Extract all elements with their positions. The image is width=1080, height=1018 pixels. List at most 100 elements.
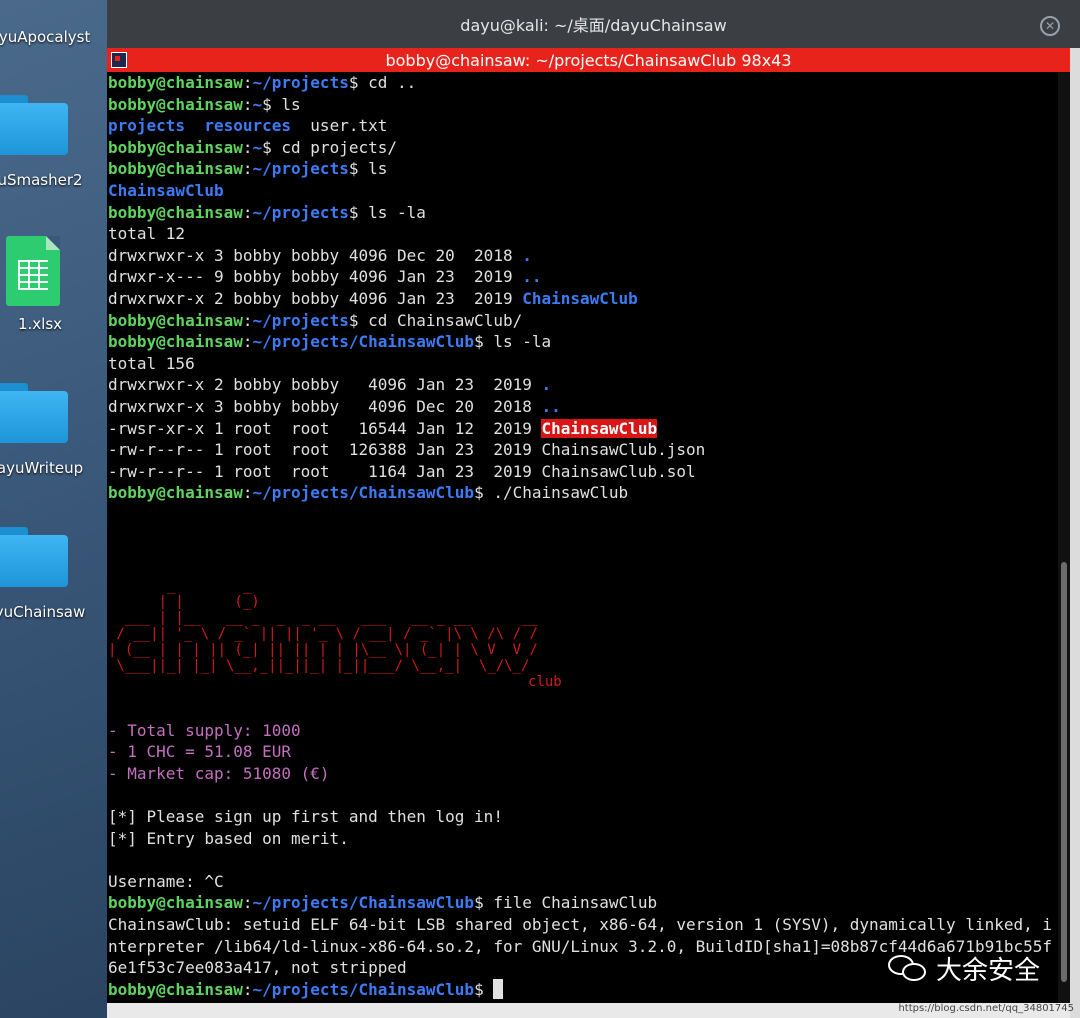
terminal-output-line: total 156: [108, 353, 1058, 375]
terminal-output-line: -rw-r--r-- 1 root root 1164 Jan 23 2019 …: [108, 461, 1058, 483]
prompt-user: bobby@chainsaw: [108, 332, 243, 352]
terminal-output-line: -rw-r--r-- 1 root root 126388 Jan 23 201…: [108, 439, 1058, 461]
prompt-dollar: $: [474, 483, 494, 503]
desktop-icon-label: yuChainsaw: [0, 603, 86, 621]
wechat-watermark: 大余安全: [888, 950, 1040, 987]
prompt-dollar: $: [348, 73, 369, 92]
terminal-window[interactable]: bobby@chainsaw: ~/projects/ChainsawClub …: [107, 48, 1070, 1003]
output-text: .: [522, 245, 532, 265]
output-text: ChainsawClub: [108, 180, 224, 200]
output-text: drwxr-x--- 9 bobby bobby 4096 Jan 23 201…: [108, 267, 523, 287]
output-text: ChainsawClub: [541, 418, 658, 438]
prompt-sep: :: [242, 979, 253, 999]
output-text: total 156: [108, 353, 195, 373]
folder-icon: [0, 383, 68, 443]
terminal-line: bobby@chainsaw:~/projects$ cd ..: [108, 72, 1058, 94]
terminal-title: bobby@chainsaw: ~/projects/ChainsawClub …: [385, 50, 792, 70]
wechat-icon: [888, 953, 928, 985]
output-text: .: [541, 375, 552, 395]
output-text: drwxrwxr-x 2 bobby bobby 4096 Jan 23 201…: [108, 288, 523, 308]
coin-info-line: - 1 CHC = 51.08 EUR: [108, 742, 292, 762]
output-text: ChainsawClub: [522, 288, 638, 308]
output-text: resources: [204, 116, 292, 136]
coin-info-line: - Market cap: 51080 (€): [108, 763, 330, 783]
banner-subtitle: club: [528, 674, 562, 690]
terminal-line: bobby@chainsaw:~/projects$ cd ChainsawCl…: [108, 310, 1058, 332]
coin-info-line: - Total supply: 1000: [108, 720, 301, 740]
outer-window-titlebar[interactable]: dayu@kali: ~/桌面/dayuChainsaw ✕: [107, 0, 1080, 48]
terminal-line: bobby@chainsaw:~/projects$ ls: [108, 158, 1058, 180]
command-text: ./ChainsawClub: [493, 483, 629, 503]
terminal-icon[interactable]: [111, 52, 127, 68]
terminal-output-line: drwxrwxr-x 3 bobby bobby 4096 Dec 20 201…: [108, 396, 1058, 418]
terminal-output-line: -rwsr-xr-x 1 root root 16544 Jan 12 2019…: [108, 418, 1058, 440]
prompt-dollar: $: [474, 332, 494, 352]
output-text: total 12: [108, 224, 186, 244]
prompt-path: ~/projects/ChainsawClub: [252, 483, 475, 503]
background-window-strip: [1070, 48, 1080, 1018]
terminal-output-line: drwxr-x--- 9 bobby bobby 4096 Jan 23 201…: [108, 266, 1058, 288]
prompt-user: bobby@chainsaw: [108, 137, 243, 157]
terminal-output-line: drwxrwxr-x 2 bobby bobby 4096 Jan 23 201…: [108, 288, 1058, 310]
prompt-dollar: $: [474, 893, 494, 913]
command-text: cd projects/: [281, 137, 397, 157]
output-text: ..: [541, 396, 561, 416]
command-text: cd ..: [368, 73, 417, 92]
command-text: cd ChainsawClub/: [368, 310, 523, 330]
desktop-icon-label: uSmasher2: [0, 171, 83, 189]
desktop-icon-label: ayuApocalyst: [0, 28, 91, 46]
command-text: ls: [281, 94, 301, 114]
terminal-scrollbar[interactable]: [1058, 72, 1070, 1003]
desktop-icon-label: 1.xlsx: [17, 315, 63, 333]
terminal-cursor[interactable]: [493, 978, 504, 999]
command-text: ls -la: [493, 332, 552, 352]
command-text: file ChainsawClub: [493, 893, 658, 913]
prompt-dollar: $: [348, 159, 369, 179]
prompt-user: bobby@chainsaw: [108, 310, 243, 330]
prompt-sep: :: [242, 94, 253, 114]
prompt-dollar: $: [348, 310, 369, 330]
prompt-sep: :: [242, 159, 253, 179]
username-prompt: Username: ^C: [108, 871, 224, 891]
prompt-path: ~/projects/ChainsawClub: [252, 979, 475, 999]
output-text: user.txt: [310, 116, 388, 136]
terminal-line: bobby@chainsaw:~$ cd projects/: [108, 137, 1058, 159]
prompt-path: ~/projects: [252, 310, 349, 330]
spreadsheet-icon: [6, 236, 60, 306]
scrollbar-thumb[interactable]: [1061, 562, 1067, 982]
prompt-sep: :: [242, 332, 253, 352]
csdn-watermark: https://blog.csdn.net/qq_34801745: [898, 1003, 1074, 1014]
terminal-output-line: drwxrwxr-x 3 bobby bobby 4096 Dec 20 201…: [108, 245, 1058, 267]
prompt-path: ~/projects/ChainsawClub: [252, 332, 475, 352]
folder-icon: [0, 95, 68, 155]
notice-line: [*] Please sign up first and then log in…: [108, 806, 503, 826]
watermark-text: 大余安全: [936, 956, 1041, 986]
terminal-line: bobby@chainsaw:~/projects/ChainsawClub$ …: [108, 892, 1058, 914]
prompt-sep: :: [242, 483, 253, 503]
terminal-output-line: drwxrwxr-x 2 bobby bobby 4096 Jan 23 201…: [108, 374, 1058, 396]
output-text: ..: [522, 267, 542, 287]
prompt-dollar: $: [262, 94, 282, 114]
output-text: -rw-r--r-- 1 root root 1164 Jan 23 2019 …: [108, 461, 696, 481]
terminal-output: bobby@chainsaw:~/projects$ cd .. bobby@ch…: [108, 72, 1058, 504]
prompt-path: ~/projects: [252, 202, 349, 222]
prompt-sep: :: [242, 310, 253, 330]
prompt-user: bobby@chainsaw: [108, 94, 243, 114]
prompt-user: bobby@chainsaw: [108, 202, 243, 222]
prompt-path: ~/projects/ChainsawClub: [252, 893, 475, 913]
file-output-line: ChainsawClub: setuid ELF 64-bit LSB shar…: [108, 914, 1053, 934]
prompt-sep: :: [242, 893, 253, 913]
output-text: -rw-r--r-- 1 root root 126388 Jan 23 201…: [108, 440, 706, 460]
close-icon[interactable]: ✕: [1040, 16, 1060, 36]
notice-line: [*] Entry based on merit.: [108, 828, 349, 848]
terminal-output-line: ChainsawClub: [108, 180, 1058, 202]
terminal-line: bobby@chainsaw:~$ ls: [108, 94, 1058, 116]
prompt-user: bobby@chainsaw: [108, 483, 243, 503]
output-text: drwxrwxr-x 3 bobby bobby 4096 Dec 20 201…: [108, 396, 542, 416]
terminal-titlebar[interactable]: bobby@chainsaw: ~/projects/ChainsawClub …: [107, 48, 1070, 72]
desktop-icon-label: ayuWriteup: [0, 459, 84, 477]
